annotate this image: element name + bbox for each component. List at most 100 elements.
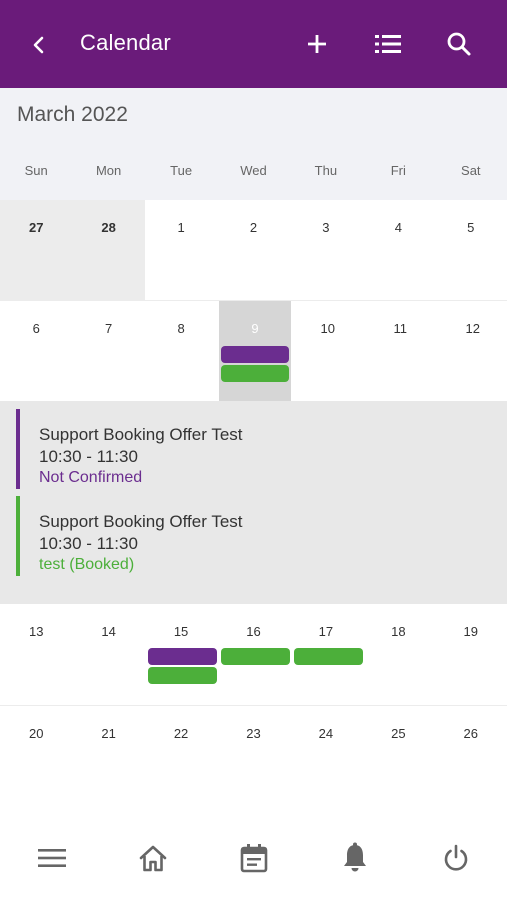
add-button[interactable] [299,26,335,62]
calendar-day[interactable]: 14 [72,604,144,704]
bell-icon [344,842,366,872]
back-button[interactable] [22,28,56,62]
event-bar-booked[interactable] [221,365,289,382]
event-title: Support Booking Offer Test [39,512,243,531]
event-item[interactable]: Support Booking Offer Test 10:30 - 11:30… [16,496,496,576]
search-icon [447,32,471,56]
weekday-label: Sat [461,163,481,178]
add-icon [308,35,326,53]
calendar-day[interactable]: 27 [0,200,73,300]
weekday-label: Tue [170,163,193,178]
day-number: 13 [28,624,44,639]
calendar-day[interactable]: 7 [72,301,144,401]
day-number: 10 [320,321,335,336]
calendar-day[interactable]: 1 [145,200,217,300]
calendar-day[interactable]: 19 [435,604,507,704]
home-icon [139,845,167,872]
day-number: 16 [246,624,261,639]
page-title: Calendar [80,30,171,55]
weekday-label: Thu [314,163,338,178]
day-number: 7 [105,321,113,336]
calendar-day[interactable]: 24 [290,706,362,806]
event-color-stripe [16,496,20,576]
list-view-button[interactable] [370,26,406,62]
nav-home-button[interactable] [128,836,178,880]
calendar-day[interactable]: 10 [292,301,364,401]
day-number: 20 [28,726,44,741]
month-title: March 2022 [17,103,128,126]
calendar-day[interactable]: 26 [435,706,507,806]
day-number: 27 [28,220,44,235]
weekday-label: Sun [24,163,48,178]
calendar-day[interactable]: 13 [0,604,72,704]
calendar-day[interactable]: 18 [362,604,434,704]
nav-calendar-button[interactable] [229,836,279,880]
power-icon [444,844,468,871]
event-bar-booked[interactable] [294,648,363,665]
day-number: 26 [463,726,478,741]
day-number: 17 [318,624,334,639]
day-number: 25 [391,726,406,741]
nav-menu-button[interactable] [27,836,77,880]
calendar-week: 6 7 8 9 10 11 12 [0,300,507,401]
calendar-week: 13 14 15 16 17 18 19 [0,604,507,704]
event-title: Support Booking Offer Test [39,425,243,444]
menu-icon [38,849,66,867]
calendar-week: 27 28 1 2 3 4 5 [0,200,507,300]
day-number: 11 [393,321,407,336]
search-button[interactable] [441,26,477,62]
event-status: test (Booked) [39,556,135,573]
day-number: 15 [173,624,189,639]
day-number: 3 [322,220,330,235]
day-number: 9 [251,321,259,336]
day-number: 4 [394,220,402,235]
day-number: 18 [391,624,406,639]
weekday-label: Mon [95,163,122,178]
day-number: 1 [177,220,185,235]
day-number: 22 [173,726,189,741]
calendar-day[interactable]: 11 [364,301,436,401]
day-number: 12 [465,321,480,336]
calendar-day-selected[interactable]: 9 [219,301,291,401]
calendar-day[interactable]: 12 [437,301,507,401]
day-number: 6 [32,321,40,336]
calendar-day[interactable]: 25 [362,706,434,806]
app-header: Calendar [0,0,507,88]
day-number: 24 [318,726,334,741]
nav-logout-button[interactable] [431,836,481,880]
event-time: 10:30 - 11:30 [39,447,138,466]
bottom-navigation [0,818,507,900]
event-item[interactable]: Support Booking Offer Test 10:30 - 11:30… [16,409,496,489]
event-status: Not Confirmed [39,469,143,486]
event-bar-booked[interactable] [148,667,217,684]
calendar-day[interactable]: 21 [72,706,144,806]
weekday-label: Wed [240,163,267,178]
back-icon [33,36,44,54]
day-number: 23 [246,726,261,741]
calendar-day[interactable]: 22 [145,706,217,806]
calendar-day[interactable]: 4 [362,200,434,300]
event-bar-not-confirmed[interactable] [221,346,289,363]
calendar-day[interactable]: 2 [217,200,289,300]
nav-notifications-button[interactable] [330,836,380,880]
calendar-week: 20 21 22 23 24 25 26 [0,705,507,805]
event-time: 10:30 - 11:30 [39,534,138,553]
weekday-label: Fri [390,163,406,178]
day-number: 2 [249,220,258,235]
day-number: 8 [177,321,185,336]
day-events-panel: Support Booking Offer Test 10:30 - 11:30… [0,401,507,604]
event-bar-not-confirmed[interactable] [148,648,217,665]
calendar-day[interactable]: 23 [217,706,289,806]
event-bar-booked[interactable] [221,648,290,665]
day-number: 19 [463,624,478,639]
calendar-day[interactable]: 3 [290,200,362,300]
calendar-day[interactable]: 28 [72,200,145,300]
day-number: 5 [467,220,475,235]
calendar-icon [240,844,268,873]
list-icon [375,35,401,53]
calendar-day[interactable]: 8 [145,301,217,401]
calendar-day[interactable]: 6 [0,301,72,401]
calendar-day[interactable]: 5 [435,200,507,300]
calendar-day[interactable]: 20 [0,706,72,806]
day-number: 21 [101,726,116,741]
